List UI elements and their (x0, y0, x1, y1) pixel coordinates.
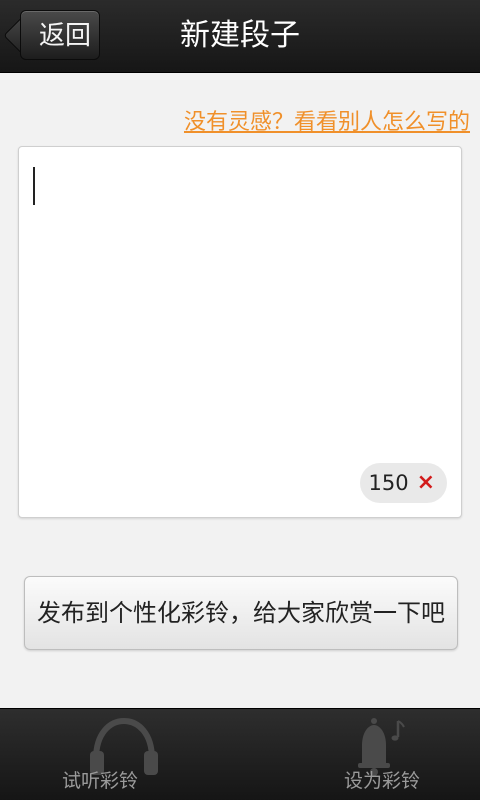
text-caret (33, 167, 35, 205)
tab-set-ringtone[interactable]: 设为彩铃 (240, 709, 480, 800)
remaining-count: 150 (368, 471, 409, 495)
tab-preview-ringtone[interactable]: 试听彩铃 (0, 709, 240, 800)
char-counter[interactable]: 150 × (360, 463, 447, 503)
clear-icon[interactable]: × (417, 472, 435, 494)
screen: 返回 新建段子 没有灵感？看看别人怎么写的 150 × 发布到个性化彩铃，给大家… (0, 0, 480, 800)
inspiration-link[interactable]: 没有灵感？看看别人怎么写的 (184, 104, 470, 136)
back-button[interactable]: 返回 (20, 10, 100, 60)
tab-set-label: 设为彩铃 (343, 770, 420, 792)
bottom-tab-bar: 试听彩铃 设为彩铃 (0, 708, 480, 800)
header-bar: 返回 新建段子 (0, 0, 480, 73)
content-textarea[interactable]: 150 × (18, 146, 462, 518)
back-button-wrap: 返回 (0, 0, 110, 72)
tab-preview-label: 试听彩铃 (61, 770, 138, 792)
publish-button[interactable]: 发布到个性化彩铃，给大家欣赏一下吧 (24, 576, 458, 650)
